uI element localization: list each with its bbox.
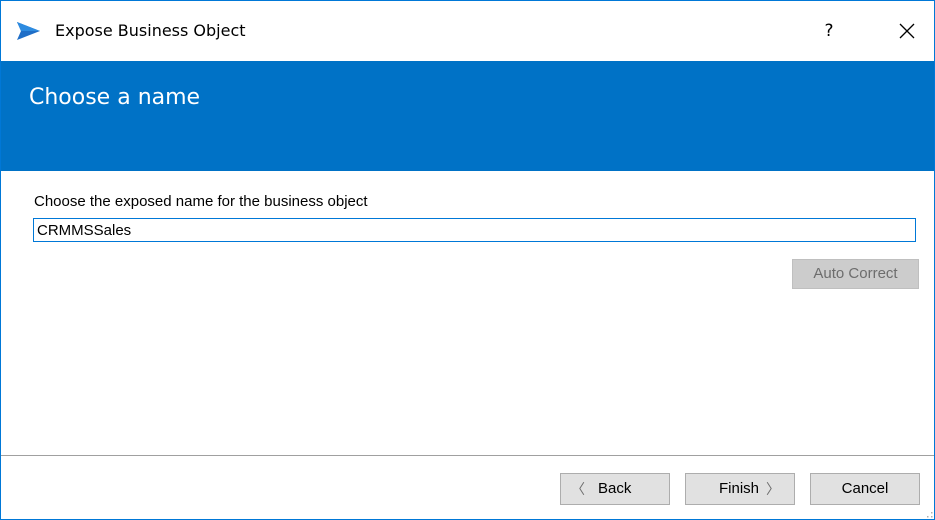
resize-grip-icon[interactable] — [925, 510, 933, 518]
back-arrow-icon: 〈 — [571, 481, 585, 497]
exposed-name-input[interactable] — [33, 218, 916, 242]
cancel-button[interactable]: Cancel — [810, 473, 920, 505]
help-button[interactable]: ? — [809, 15, 849, 47]
expose-business-object-dialog: Expose Business Object ? Choose a name C… — [0, 0, 935, 520]
back-button-label: Back — [598, 480, 632, 497]
auto-correct-button[interactable]: Auto Correct — [792, 259, 919, 289]
finish-button[interactable]: Finish 〉 — [685, 473, 795, 505]
name-field-label: Choose the exposed name for the business… — [34, 193, 368, 210]
close-icon — [899, 23, 915, 39]
title-bar: Expose Business Object ? — [1, 1, 934, 59]
finish-button-label: Finish — [719, 480, 760, 497]
close-button[interactable] — [885, 15, 929, 47]
page-title: Choose a name — [29, 85, 201, 110]
wizard-header: Choose a name — [1, 61, 934, 171]
footer-divider — [1, 455, 934, 456]
app-logo-icon — [17, 22, 40, 40]
window-title: Expose Business Object — [55, 21, 246, 40]
back-button[interactable]: 〈 Back — [560, 473, 670, 505]
forward-arrow-icon: 〉 — [766, 481, 780, 497]
